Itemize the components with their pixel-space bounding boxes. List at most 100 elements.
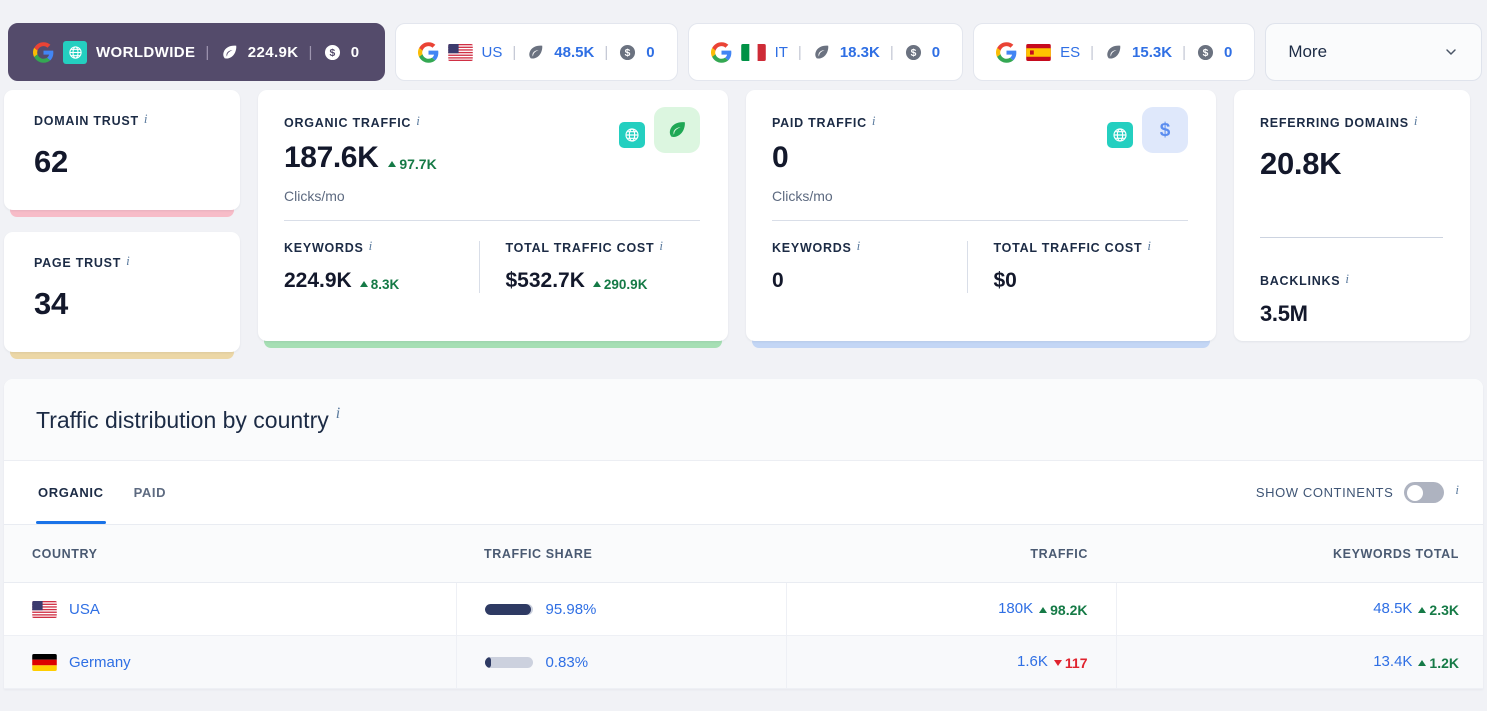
country-tab-cost: 0	[931, 43, 941, 61]
referring-domains-card-wrap: REFERRING DOMAINS i 20.8K BACKLINKS i 3.…	[1234, 90, 1470, 341]
table-cell-traffic-share: 0.83%	[455, 635, 786, 689]
keywords-delta: 1.2K	[1418, 655, 1459, 671]
country-tab-us[interactable]: US | 48.5K | $ 0	[394, 23, 678, 81]
keywords-value[interactable]: 13.4K	[1373, 653, 1412, 670]
google-icon	[33, 41, 54, 63]
info-icon[interactable]: i	[1414, 113, 1418, 129]
traffic-share-percent: 0.83%	[545, 653, 589, 671]
table-cell-traffic-share: 95.98%	[455, 582, 786, 636]
chevron-down-icon	[1446, 49, 1456, 56]
country-tab-traffic: 224.9K	[247, 43, 299, 61]
info-icon[interactable]: i	[336, 405, 340, 423]
globe-icon[interactable]	[619, 121, 645, 148]
svg-text:$: $	[329, 48, 335, 59]
paid-traffic-card[interactable]: PAID TRAFFIC i 0 Clicks/mo $ KEYWORDS i …	[746, 90, 1216, 341]
paid-traffic-value-row: 0	[772, 141, 876, 175]
backlinks-section: BACKLINKS i 3.5M	[1260, 271, 1470, 327]
google-icon	[710, 41, 731, 63]
column-header-country[interactable]: COUNTRY	[4, 525, 456, 583]
traffic-value[interactable]: 180K	[998, 600, 1033, 617]
info-icon[interactable]: i	[659, 238, 663, 254]
arrow-up-icon	[1418, 660, 1427, 666]
table-cell-country: USA	[4, 582, 456, 636]
leaf-icon	[815, 45, 829, 59]
country-tab-label: IT	[774, 43, 788, 61]
country-tab-traffic: 15.3K	[1132, 43, 1173, 61]
traffic-share-bar-fill	[484, 603, 531, 615]
metric-cards-row: DOMAIN TRUST i 62 PAGE TRUST i 34 ORGANI…	[0, 90, 1487, 359]
dollar-icon[interactable]: $	[1142, 107, 1188, 153]
keywords-value[interactable]: 48.5K	[1373, 600, 1412, 617]
show-continents-control: SHOW CONTINENTS i	[1256, 482, 1459, 503]
show-continents-toggle[interactable]	[1404, 482, 1445, 503]
table-row[interactable]: Germany 0.83% 1.6K 117 13.4K 1.2K	[4, 635, 1483, 689]
page-trust-card[interactable]: PAGE TRUST i 34	[4, 232, 240, 352]
separator: |	[889, 43, 894, 61]
info-icon[interactable]: i	[872, 113, 876, 129]
organic-cost-label: TOTAL TRAFFIC COST i	[505, 238, 664, 255]
country-tab-traffic: 48.5K	[554, 43, 595, 61]
paid-traffic-unit: Clicks/mo	[772, 188, 833, 204]
arrow-up-icon	[1418, 607, 1427, 613]
organic-traffic-unit: Clicks/mo	[284, 188, 345, 204]
paid-cost-value: $0	[993, 269, 1017, 292]
svg-text:$: $	[910, 48, 916, 59]
more-countries-dropdown[interactable]: More	[1265, 23, 1482, 81]
info-icon[interactable]: i	[1147, 238, 1151, 254]
info-icon[interactable]: i	[857, 238, 861, 254]
column-header-keywords-total[interactable]: KEYWORDS TOTAL	[1116, 525, 1483, 583]
dollar-circle-icon: $	[1197, 44, 1213, 60]
arrow-up-icon	[359, 281, 368, 287]
country-name-link[interactable]: USA	[69, 601, 100, 618]
paid-card-header: PAID TRAFFIC i 0 Clicks/mo $	[772, 107, 1188, 204]
country-tab-it[interactable]: IT | 18.3K | $ 0	[687, 23, 964, 81]
info-icon[interactable]: i	[1345, 271, 1349, 287]
table-cell-country: Germany	[4, 635, 456, 689]
country-tab-es[interactable]: ES | 15.3K | $ 0	[973, 23, 1256, 81]
country-name-link[interactable]: Germany	[69, 654, 131, 671]
paid-keywords-label: KEYWORDS i	[772, 238, 861, 255]
paid-keywords-cell: KEYWORDS i 0	[772, 238, 967, 293]
separator: |	[512, 43, 517, 61]
flag-it-icon	[740, 43, 766, 61]
tab-paid[interactable]: PAID	[132, 461, 169, 524]
country-traffic-table: COUNTRY TRAFFIC SHARE TRAFFIC KEYWORDS T…	[4, 525, 1483, 689]
info-icon[interactable]: i	[1455, 482, 1459, 498]
info-icon[interactable]: i	[144, 111, 148, 127]
paid-sub-metrics: KEYWORDS i 0 TOTAL TRAFFIC COST i $0	[772, 238, 1188, 293]
flag-de-icon	[32, 653, 57, 671]
panel-title-text: Traffic distribution by country	[36, 407, 329, 433]
separator: |	[604, 43, 609, 61]
paid-traffic-card-wrap: PAID TRAFFIC i 0 Clicks/mo $ KEYWORDS i …	[746, 90, 1216, 348]
organic-traffic-card[interactable]: ORGANIC TRAFFIC i 187.6K 97.7K Clicks/mo	[258, 90, 728, 341]
paid-traffic-value: 0	[772, 141, 789, 174]
trust-cards-column: DOMAIN TRUST i 62 PAGE TRUST i 34	[4, 90, 240, 359]
leaf-icon[interactable]	[654, 107, 700, 153]
column-header-traffic-share[interactable]: TRAFFIC SHARE	[456, 525, 786, 583]
globe-icon[interactable]	[1107, 121, 1133, 148]
organic-keywords-label: KEYWORDS i	[284, 238, 373, 255]
distribution-tabs: ORGANIC PAID	[36, 461, 168, 524]
info-icon[interactable]: i	[126, 253, 130, 269]
info-icon[interactable]: i	[416, 113, 420, 129]
tab-organic[interactable]: ORGANIC	[36, 461, 106, 524]
table-header-row: COUNTRY TRAFFIC SHARE TRAFFIC KEYWORDS T…	[4, 525, 1483, 583]
toggle-knob	[1407, 484, 1424, 501]
separator: |	[308, 43, 313, 61]
organic-card-header: ORGANIC TRAFFIC i 187.6K 97.7K Clicks/mo	[284, 107, 700, 204]
arrow-up-icon	[592, 281, 601, 287]
traffic-value[interactable]: 1.6K	[1017, 653, 1048, 670]
country-tab-label: ES	[1060, 43, 1081, 61]
separator: |	[1182, 43, 1186, 61]
column-header-traffic[interactable]: TRAFFIC	[786, 525, 1116, 583]
table-cell-keywords-total: 48.5K 2.3K	[1115, 582, 1483, 636]
domain-trust-card[interactable]: DOMAIN TRUST i 62	[4, 90, 240, 210]
separator: |	[205, 43, 210, 61]
paid-traffic-label: PAID TRAFFIC i	[772, 113, 877, 130]
table-row[interactable]: USA 95.98% 180K 98.2K 48.5K 2.3K	[4, 582, 1483, 636]
referring-domains-card[interactable]: REFERRING DOMAINS i 20.8K BACKLINKS i 3.…	[1234, 90, 1470, 341]
country-tab-worldwide[interactable]: WORLDWIDE | 224.9K | $ 0	[8, 23, 385, 81]
organic-keywords-delta: 8.3K	[359, 277, 399, 292]
organic-keywords-value-row: 224.9K 8.3K	[284, 269, 461, 293]
info-icon[interactable]: i	[369, 238, 373, 254]
